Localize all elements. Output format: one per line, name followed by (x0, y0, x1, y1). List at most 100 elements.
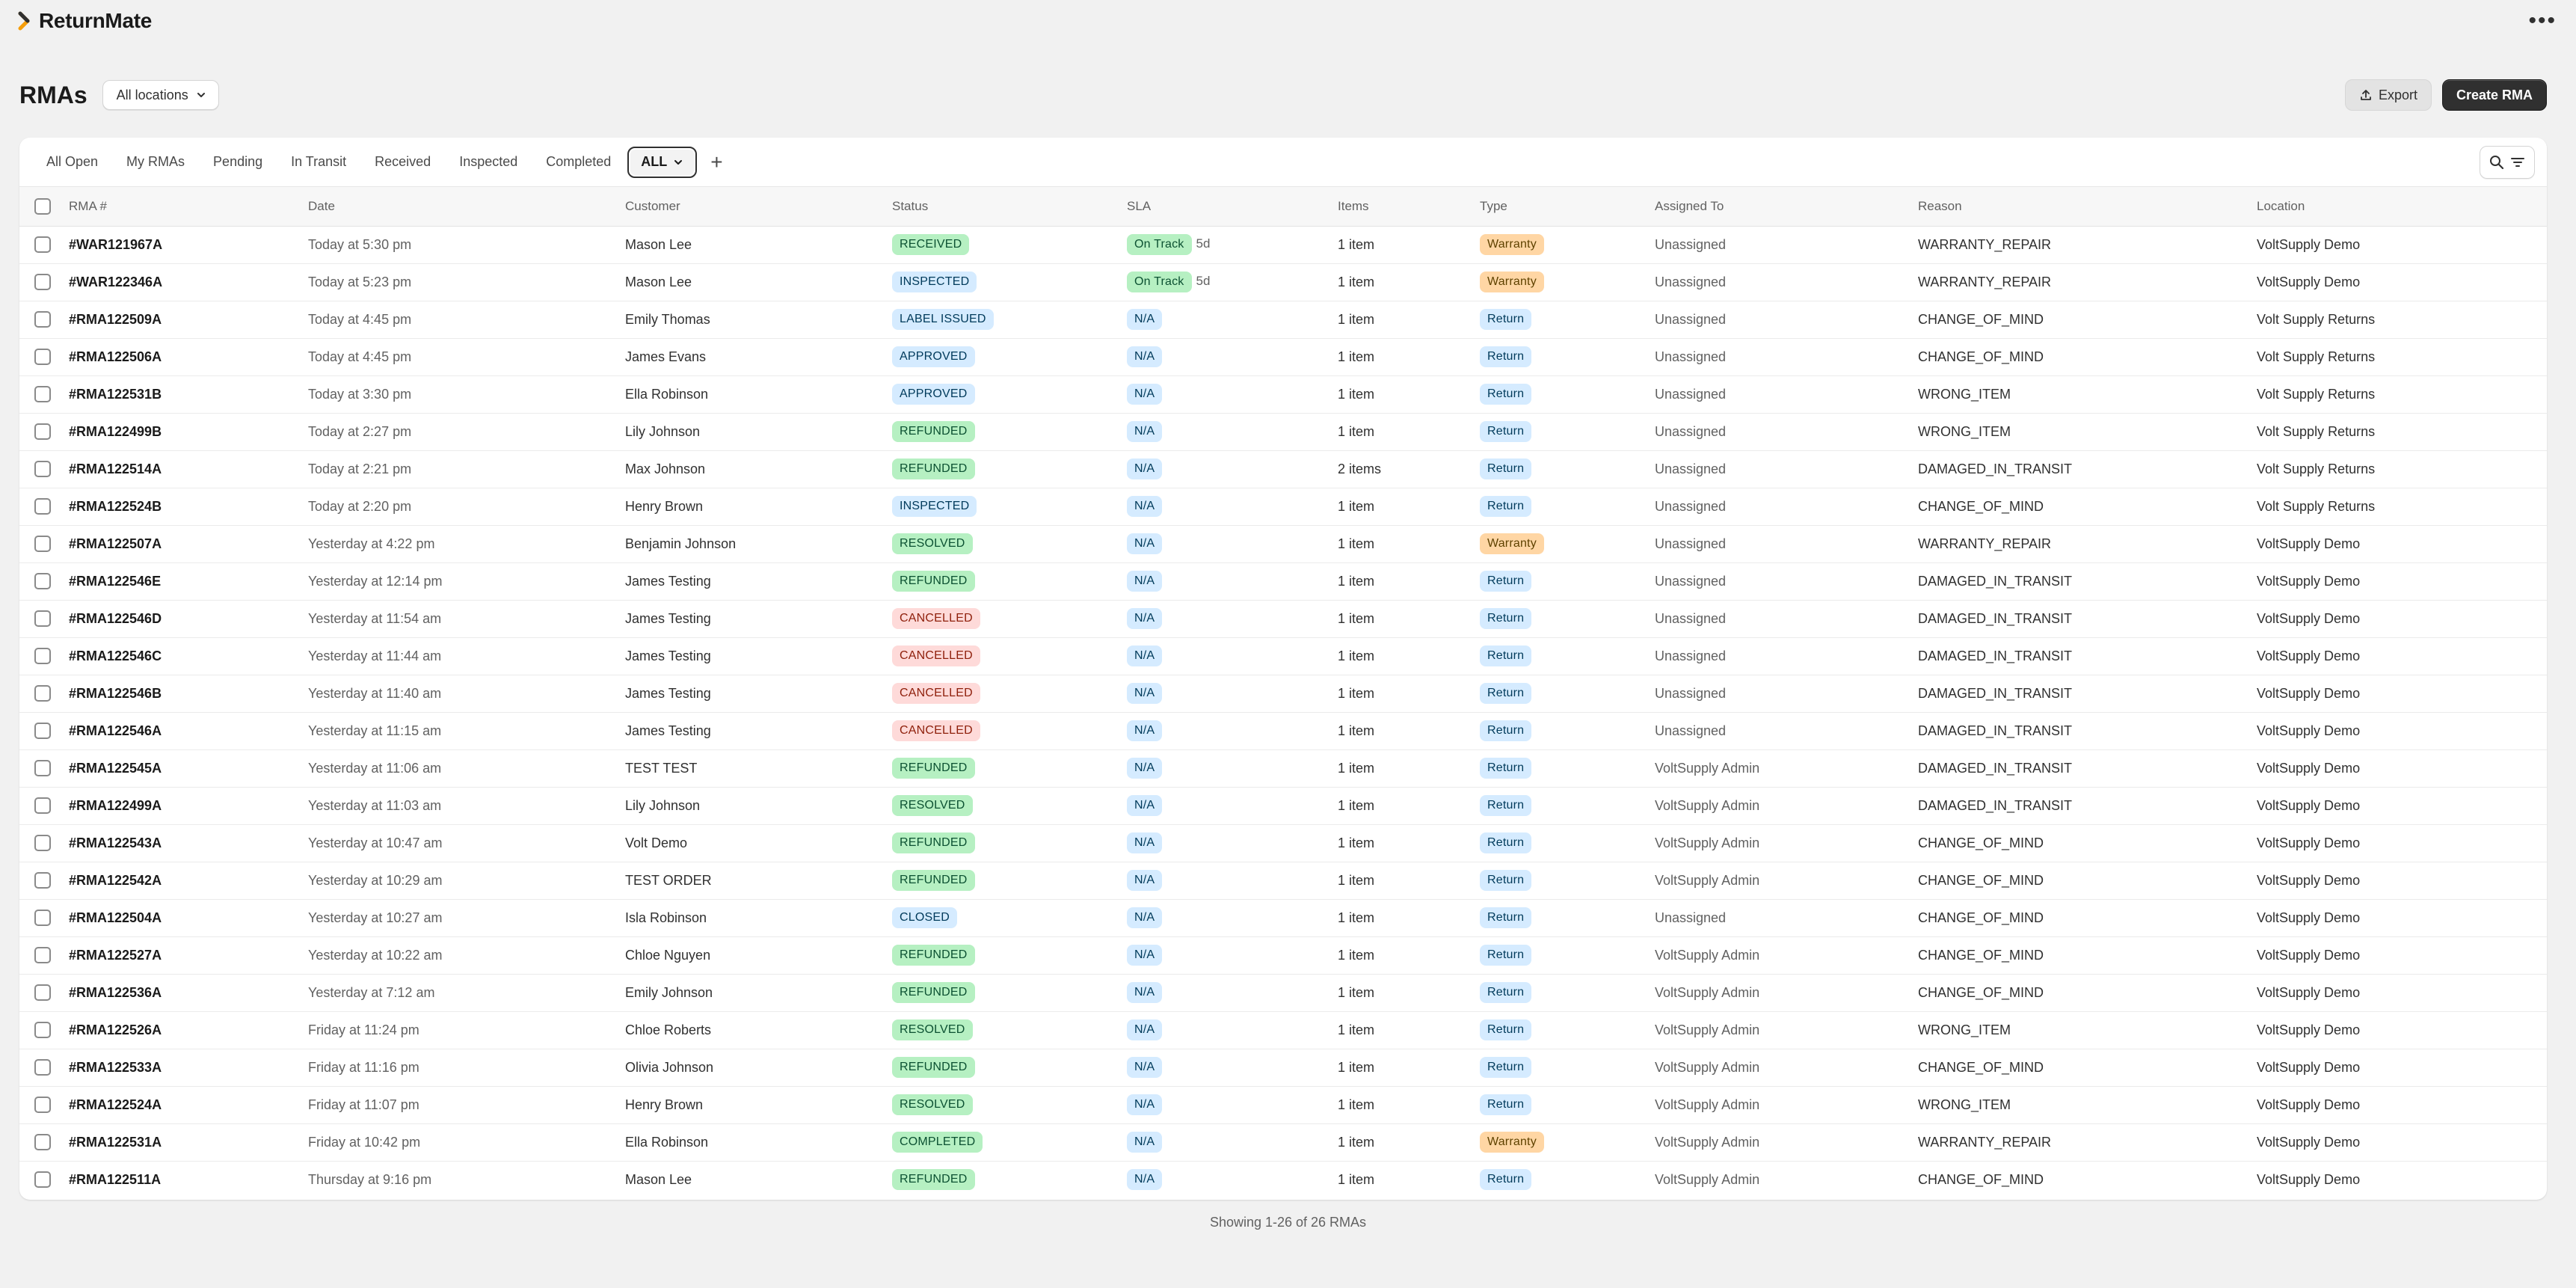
table-row[interactable]: #RMA122511A Thursday at 9:16 pm Mason Lee R… (19, 1161, 2547, 1198)
table-row[interactable]: #RMA122546C Yesterday at 11:44 am James Te… (19, 637, 2547, 675)
rma-id-link[interactable]: #RMA122536A (69, 985, 162, 1000)
rma-id-link[interactable]: #RMA122507A (69, 536, 162, 551)
rma-id-link[interactable]: #RMA122511A (69, 1172, 161, 1187)
row-checkbox[interactable] (34, 723, 51, 740)
search-filter-button[interactable] (2480, 145, 2535, 179)
tab-pending[interactable]: Pending (201, 147, 274, 178)
rma-id-link[interactable]: #RMA122546C (69, 648, 162, 663)
table-row[interactable]: #RMA122524B Today at 2:20 pm Henry Brown IN… (19, 488, 2547, 526)
tab-received[interactable]: Received (363, 147, 443, 178)
rma-id-link[interactable]: #RMA122504A (69, 910, 162, 925)
rma-id-link[interactable]: #RMA122546D (69, 611, 162, 626)
rma-id-link[interactable]: #RMA122499B (69, 424, 162, 439)
rma-id-link[interactable]: #RMA122545A (69, 761, 162, 776)
tab-completed[interactable]: Completed (534, 147, 623, 178)
table-row[interactable]: #RMA122546D Yesterday at 11:54 am James Te… (19, 600, 2547, 638)
rma-id-link[interactable]: #RMA122546A (69, 723, 162, 738)
table-row[interactable]: #RMA122533A Friday at 11:16 pm Olivia John… (19, 1049, 2547, 1087)
row-checkbox[interactable] (34, 274, 51, 291)
table-row[interactable]: #RMA122506A Today at 4:45 pm James Evans AP… (19, 338, 2547, 376)
column-header-customer[interactable]: Customer (625, 187, 892, 227)
table-row[interactable]: #RMA122545A Yesterday at 11:06 am TEST TES… (19, 749, 2547, 788)
tab-inspected[interactable]: Inspected (447, 147, 529, 178)
table-row[interactable]: #RMA122543A Yesterday at 10:47 am Volt Dem… (19, 824, 2547, 862)
rma-id-link[interactable]: #RMA122514A (69, 461, 162, 476)
rma-id-link[interactable]: #WAR121967A (69, 237, 162, 252)
row-checkbox[interactable] (34, 835, 51, 852)
rma-id-link[interactable]: #WAR122346A (69, 275, 162, 289)
rma-id-link[interactable]: #RMA122509A (69, 312, 162, 327)
row-checkbox[interactable] (34, 311, 51, 328)
row-checkbox[interactable] (34, 536, 51, 553)
rma-id-link[interactable]: #RMA122533A (69, 1060, 162, 1075)
rma-id-link[interactable]: #RMA122531A (69, 1135, 162, 1150)
column-header-rma[interactable]: RMA # (69, 187, 308, 227)
row-checkbox[interactable] (34, 797, 51, 815)
row-checkbox[interactable] (34, 1059, 51, 1076)
tab-all[interactable]: ALL (627, 146, 698, 178)
brand[interactable]: ReturnMate (18, 9, 152, 33)
table-row[interactable]: #RMA122499B Today at 2:27 pm Lily Johnson R… (19, 413, 2547, 451)
row-checkbox[interactable] (34, 1097, 51, 1114)
select-all-checkbox[interactable] (34, 197, 51, 215)
tab-all-open[interactable]: All Open (34, 147, 110, 178)
row-checkbox[interactable] (34, 423, 51, 441)
table-row[interactable]: #RMA122514A Today at 2:21 pm Max Johnson RE… (19, 450, 2547, 488)
create-rma-button[interactable]: Create RMA (2441, 79, 2547, 111)
rma-id-link[interactable]: #RMA122543A (69, 835, 162, 850)
row-checkbox[interactable] (34, 760, 51, 777)
row-checkbox[interactable] (34, 386, 51, 403)
table-row[interactable]: #RMA122504A Yesterday at 10:27 am Isla Rob… (19, 899, 2547, 937)
tab-in-transit[interactable]: In Transit (279, 147, 358, 178)
row-checkbox[interactable] (34, 461, 51, 478)
row-checkbox[interactable] (34, 349, 51, 366)
table-row[interactable]: #RMA122531A Friday at 10:42 pm Ella Robins… (19, 1123, 2547, 1162)
table-row[interactable]: #RMA122546E Yesterday at 12:14 pm James Te… (19, 562, 2547, 601)
row-checkbox[interactable] (34, 236, 51, 254)
row-checkbox[interactable] (34, 498, 51, 515)
rma-id-link[interactable]: #RMA122527A (69, 948, 162, 963)
table-row[interactable]: #RMA122536A Yesterday at 7:12 am Emily Joh… (19, 974, 2547, 1012)
rma-id-link[interactable]: #RMA122499A (69, 798, 162, 813)
row-checkbox[interactable] (34, 610, 51, 628)
table-row[interactable]: #WAR121967A Today at 5:30 pm Mason Lee RECE… (19, 226, 2547, 264)
column-header-type[interactable]: Type (1480, 187, 1655, 227)
row-checkbox[interactable] (34, 947, 51, 964)
table-row[interactable]: #RMA122507A Yesterday at 4:22 pm Benjamin … (19, 525, 2547, 563)
rma-id-link[interactable]: #RMA122546B (69, 686, 162, 701)
rma-id-link[interactable]: #RMA122526A (69, 1022, 162, 1037)
column-header-date[interactable]: Date (308, 187, 625, 227)
table-row[interactable]: #WAR122346A Today at 5:23 pm Mason Lee INSP… (19, 263, 2547, 301)
row-checkbox[interactable] (34, 1134, 51, 1151)
row-checkbox[interactable] (34, 685, 51, 702)
export-button[interactable]: Export (2344, 79, 2432, 111)
rma-id-link[interactable]: #RMA122524A (69, 1097, 162, 1112)
table-row[interactable]: #RMA122526A Friday at 11:24 pm Chloe Rober… (19, 1011, 2547, 1049)
column-header-status[interactable]: Status (892, 187, 1127, 227)
add-view-plus-icon[interactable]: + (701, 151, 731, 173)
table-row[interactable]: #RMA122527A Yesterday at 10:22 am Chloe Ng… (19, 936, 2547, 975)
more-menu-icon[interactable]: ••• (2528, 10, 2557, 32)
rma-id-link[interactable]: #RMA122531B (69, 387, 162, 402)
row-checkbox[interactable] (34, 872, 51, 889)
table-row[interactable]: #RMA122531B Today at 3:30 pm Ella Robinson… (19, 375, 2547, 414)
table-row[interactable]: #RMA122524A Friday at 11:07 pm Henry Brown… (19, 1086, 2547, 1124)
row-checkbox[interactable] (34, 648, 51, 665)
rma-id-link[interactable]: #RMA122506A (69, 349, 162, 364)
row-checkbox[interactable] (34, 573, 51, 590)
column-header-reason[interactable]: Reason (1918, 187, 2257, 227)
column-header-assigned-to[interactable]: Assigned To (1655, 187, 1918, 227)
row-checkbox[interactable] (34, 910, 51, 927)
table-row[interactable]: #RMA122546A Yesterday at 11:15 am James Te… (19, 712, 2547, 750)
rma-id-link[interactable]: #RMA122524B (69, 499, 162, 514)
column-header-items[interactable]: Items (1338, 187, 1480, 227)
tab-my-rmas[interactable]: My RMAs (114, 147, 197, 178)
table-row[interactable]: #RMA122509A Today at 4:45 pm Emily Thomas L… (19, 301, 2547, 339)
column-header-sla[interactable]: SLA (1127, 187, 1338, 227)
rma-id-link[interactable]: #RMA122542A (69, 873, 162, 888)
row-checkbox[interactable] (34, 1022, 51, 1039)
row-checkbox[interactable] (34, 1171, 51, 1189)
location-select[interactable]: All locations (102, 80, 219, 110)
row-checkbox[interactable] (34, 984, 51, 1002)
table-row[interactable]: #RMA122499A Yesterday at 11:03 am Lily Joh… (19, 787, 2547, 825)
